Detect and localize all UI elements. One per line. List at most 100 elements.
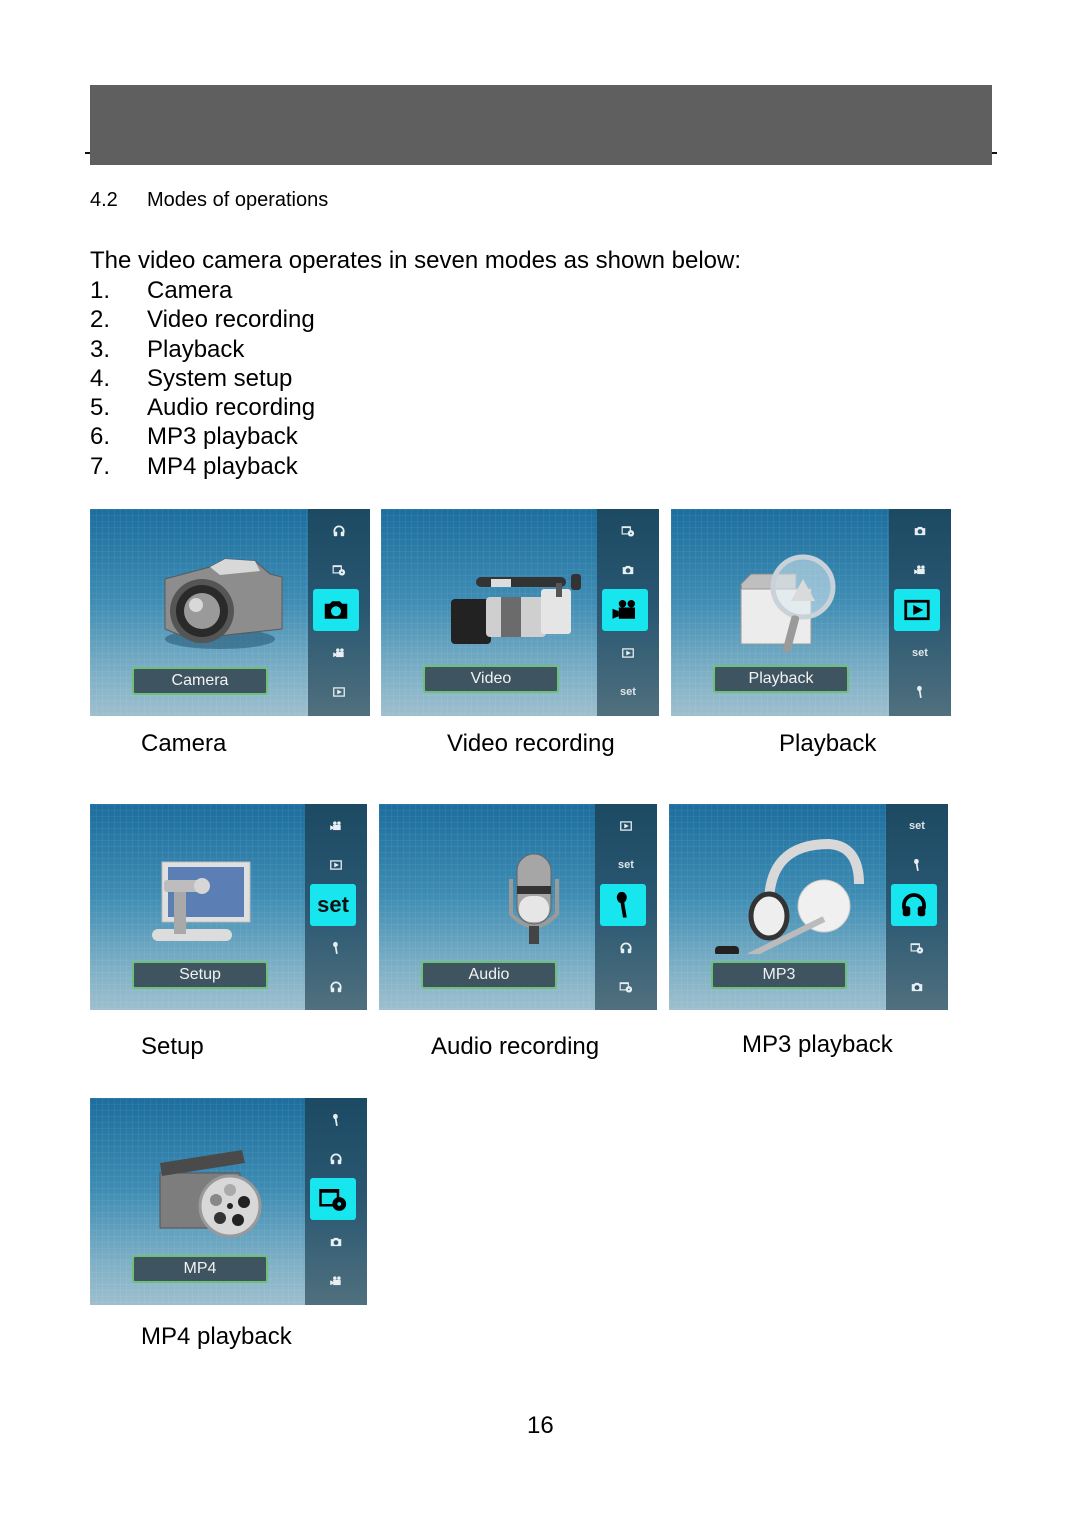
section-heading: 4.2 Modes of operations [90,189,328,212]
sidebar-setup-set-icon[interactable]: set [886,808,948,844]
sidebar-microphone-icon[interactable] [886,847,948,883]
mode-list-item: 7. MP4 playback [90,452,315,481]
screenshot-mp4-mode: MP4 [90,1098,367,1305]
sidebar-mp4-film-icon[interactable] [310,1178,356,1220]
sidebar-setup-set-icon[interactable]: set [310,884,356,926]
caption-mp3-playback: MP3 playback [742,1031,893,1058]
item-number: 6. [90,423,111,451]
set-label: set [618,859,634,871]
sidebar-playback-icon[interactable] [595,808,657,844]
sidebar-mp4-film-icon[interactable] [595,969,657,1005]
mode-label: Audio [421,961,557,989]
mode-sidebar: set [597,509,659,716]
sidebar-playback-icon[interactable] [894,589,940,631]
sidebar-microphone-icon[interactable] [305,1102,367,1138]
sidebar-microphone-icon[interactable] [600,884,646,926]
mode-sidebar: set [305,804,367,1010]
microphone-illustration [419,834,589,954]
page-number: 16 [527,1412,554,1439]
mode-label: MP4 [132,1255,268,1283]
screenshot-playback-mode: Playback set [671,509,951,716]
mode-list-item: 6. MP3 playback [90,422,315,451]
mode-list-item: 1. Camera [90,276,315,305]
screenshot-mp3-mode: MP3 set [669,804,948,1010]
mode-label: MP3 [711,961,847,989]
sidebar-microphone-icon[interactable] [889,674,951,710]
sidebar-video-camera-icon[interactable] [308,635,370,671]
sidebar-camera-icon[interactable] [305,1224,367,1260]
camera-illustration [130,539,300,659]
sidebar-mp4-film-icon[interactable] [308,552,370,588]
intro-text: The video camera operates in seven modes… [90,247,742,274]
sidebar-camera-icon[interactable] [313,589,359,631]
item-number: 1. [90,277,111,304]
set-label: set [317,892,349,917]
header-bar [90,85,992,165]
caption-camera: Camera [141,730,227,757]
sidebar-playback-icon[interactable] [308,674,370,710]
mode-label: Setup [132,961,268,989]
item-number: 7. [90,452,111,480]
sidebar-microphone-icon[interactable] [305,930,367,966]
set-label: set [912,647,928,659]
screenshot-audio-mode: Audio set [379,804,657,1010]
section-number: 4.2 [90,189,118,211]
set-label: set [909,820,925,832]
sidebar-camera-icon[interactable] [597,552,659,588]
item-number: 5. [90,394,111,422]
sidebar-mp4-film-icon[interactable] [597,513,659,549]
sidebar-camera-icon[interactable] [886,969,948,1005]
sidebar-setup-set-icon[interactable]: set [595,847,657,883]
mode-list-item: 2. Video recording [90,305,315,334]
mode-label: Video [423,665,559,693]
sidebar-headphones-icon[interactable] [308,513,370,549]
mode-sidebar [308,509,370,716]
caption-video-recording: Video recording [447,730,615,757]
sidebar-video-camera-icon[interactable] [305,808,367,844]
sidebar-video-camera-icon[interactable] [305,1263,367,1299]
item-label: Audio recording [147,394,316,422]
mode-sidebar: set [886,804,948,1010]
sidebar-video-camera-icon[interactable] [889,552,951,588]
mode-label: Playback [713,665,849,693]
sidebar-mp4-film-icon[interactable] [886,930,948,966]
sidebar-playback-icon[interactable] [305,847,367,883]
sidebar-headphones-icon[interactable] [595,930,657,966]
setup-illustration [130,834,300,954]
sidebar-headphones-icon[interactable] [305,1141,367,1177]
mode-sidebar: set [889,509,951,716]
item-number: 2. [90,306,111,334]
mp4-illustration [130,1128,300,1248]
sidebar-setup-set-icon[interactable]: set [597,674,659,710]
item-label: MP3 playback [147,423,298,451]
item-label: Playback [147,335,245,363]
set-label: set [620,686,636,698]
mode-sidebar: set [595,804,657,1010]
playback-illustration [711,539,881,659]
item-label: Camera [147,277,233,304]
mode-sidebar [305,1098,367,1305]
mode-list-item: 4. System setup [90,364,315,393]
section-title: Modes of operations [147,189,329,211]
camcorder-illustration [421,539,591,659]
caption-audio-recording: Audio recording [431,1033,600,1060]
sidebar-playback-icon[interactable] [597,635,659,671]
mode-list-item: 3. Playback [90,335,315,364]
sidebar-setup-set-icon[interactable]: set [889,635,951,671]
item-number: 4. [90,364,111,392]
mode-label: Camera [132,667,268,695]
item-label: Video recording [147,306,315,334]
caption-mp4-playback: MP4 playback [141,1323,292,1350]
item-label: MP4 playback [147,452,298,480]
caption-setup: Setup [141,1033,204,1060]
screenshot-setup-mode: Setup set [90,804,367,1010]
caption-playback: Playback [779,730,877,757]
item-number: 3. [90,335,111,363]
sidebar-headphones-icon[interactable] [891,884,937,926]
sidebar-video-camera-icon[interactable] [602,589,648,631]
screenshot-camera-mode: Camera [90,509,370,716]
mode-list-item: 5. Audio recording [90,393,315,422]
item-label: System setup [147,364,293,392]
sidebar-camera-icon[interactable] [889,513,951,549]
sidebar-headphones-icon[interactable] [305,969,367,1005]
